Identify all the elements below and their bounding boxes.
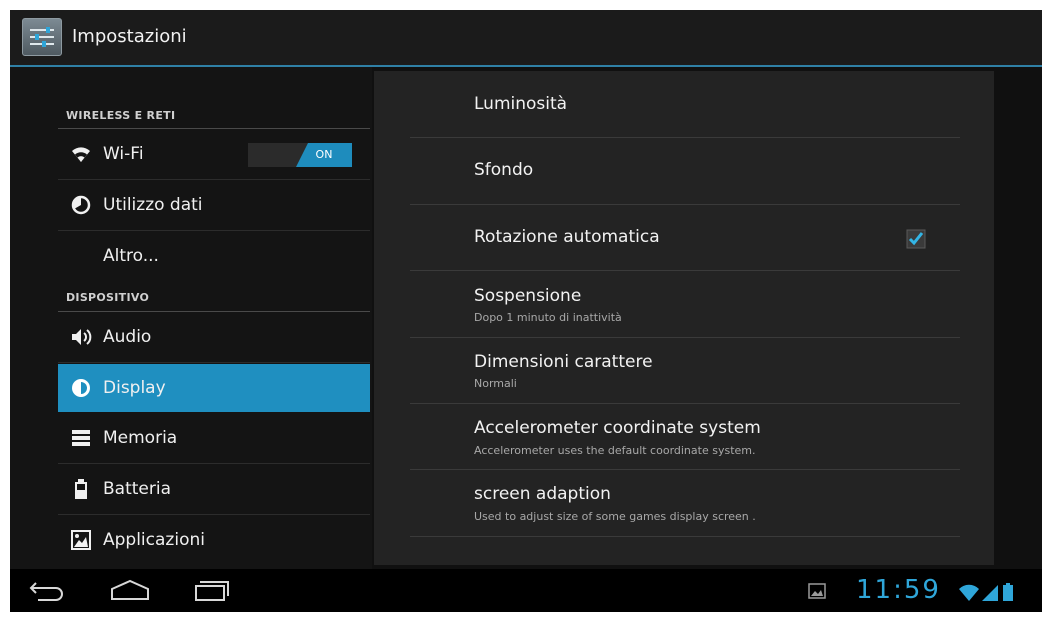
sidebar-item-battery[interactable]: Batteria — [58, 465, 370, 513]
pref-sleep[interactable]: Sospensione Dopo 1 minuto di inattività — [410, 271, 960, 337]
section-divider — [58, 311, 370, 312]
sidebar-item-apps[interactable]: Applicazioni — [58, 516, 370, 564]
pref-brightness[interactable]: Luminosità — [410, 71, 960, 137]
pref-title: Dimensioni carattere — [474, 352, 653, 372]
sidebar-item-label: Wi-Fi — [103, 144, 144, 164]
pref-summary: Accelerometer uses the default coordinat… — [474, 444, 756, 457]
pref-title: Accelerometer coordinate system — [474, 418, 761, 438]
sidebar-item-label: Audio — [103, 327, 152, 347]
settings-sidebar: WIRELESS E RETI Wi-Fi ON Utilizzo dati A… — [10, 67, 372, 569]
apps-icon — [70, 529, 92, 551]
sidebar-item-display[interactable]: Display — [58, 364, 370, 412]
status-clock: 11:59 — [856, 575, 941, 605]
wifi-toggle[interactable]: ON — [248, 143, 352, 167]
section-divider — [58, 128, 370, 129]
wifi-signal-icon — [958, 581, 1034, 607]
pref-title: Rotazione automatica — [474, 227, 660, 247]
sidebar-item-label: Utilizzo dati — [103, 195, 203, 215]
page-title: Impostazioni — [72, 26, 187, 47]
auto-rotate-checkbox[interactable] — [906, 229, 926, 249]
home-icon[interactable] — [108, 577, 152, 607]
pref-title: Sospensione — [474, 286, 582, 306]
pref-summary: Used to adjust size of some games displa… — [474, 510, 756, 523]
wifi-icon — [70, 143, 92, 165]
data-usage-icon — [70, 194, 92, 216]
speaker-icon — [70, 326, 92, 348]
list-divider — [58, 463, 370, 464]
back-icon[interactable] — [28, 577, 68, 607]
sidebar-item-label: Batteria — [103, 479, 171, 499]
pref-accelerometer[interactable]: Accelerometer coordinate system Accelero… — [410, 404, 960, 470]
section-header-wireless: WIRELESS E RETI — [66, 109, 176, 122]
section-header-device: DISPOSITIVO — [66, 291, 150, 304]
sidebar-item-label: Memoria — [103, 428, 178, 448]
screenshot-notification-icon[interactable] — [808, 583, 826, 599]
sidebar-item-label: Applicazioni — [103, 530, 205, 550]
pref-wallpaper[interactable]: Sfondo — [410, 138, 960, 204]
pref-title: Sfondo — [474, 160, 534, 180]
pref-title: screen adaption — [474, 484, 611, 504]
storage-icon — [70, 427, 92, 449]
pref-auto-rotate[interactable]: Rotazione automatica — [410, 205, 960, 271]
list-divider — [58, 230, 370, 231]
recent-apps-icon[interactable] — [192, 577, 232, 607]
pref-title: Luminosità — [474, 94, 568, 114]
pref-screen-adaption[interactable]: screen adaption Used to adjust size of s… — [410, 470, 960, 536]
sidebar-item-wifi[interactable]: Wi-Fi ON — [58, 130, 370, 178]
battery-icon — [70, 478, 92, 500]
list-divider — [58, 514, 370, 515]
list-divider — [58, 179, 370, 180]
settings-screen: Impostazioni WIRELESS E RETI Wi-Fi ON Ut… — [10, 10, 1042, 612]
sidebar-item-audio[interactable]: Audio — [58, 313, 370, 361]
pref-font-size[interactable]: Dimensioni carattere Normali — [410, 338, 960, 404]
pref-summary: Dopo 1 minuto di inattività — [474, 311, 622, 324]
navigation-bar: 11:59 — [10, 569, 1042, 612]
sidebar-item-label: Display — [103, 378, 166, 398]
action-bar: Impostazioni — [10, 10, 1042, 67]
pref-summary: Normali — [474, 377, 517, 390]
list-divider — [410, 536, 960, 537]
display-icon — [70, 377, 92, 399]
sidebar-item-label: Altro... — [103, 246, 159, 266]
list-divider — [58, 362, 370, 363]
sidebar-item-storage[interactable]: Memoria — [58, 414, 370, 462]
toggle-on-label: ON — [296, 143, 352, 167]
sidebar-item-data-usage[interactable]: Utilizzo dati — [58, 181, 370, 229]
settings-sliders-icon[interactable] — [22, 18, 62, 56]
display-settings-panel: Luminosità Sfondo Rotazione automatica S… — [374, 71, 994, 565]
sidebar-item-more[interactable]: Altro... — [58, 232, 370, 280]
